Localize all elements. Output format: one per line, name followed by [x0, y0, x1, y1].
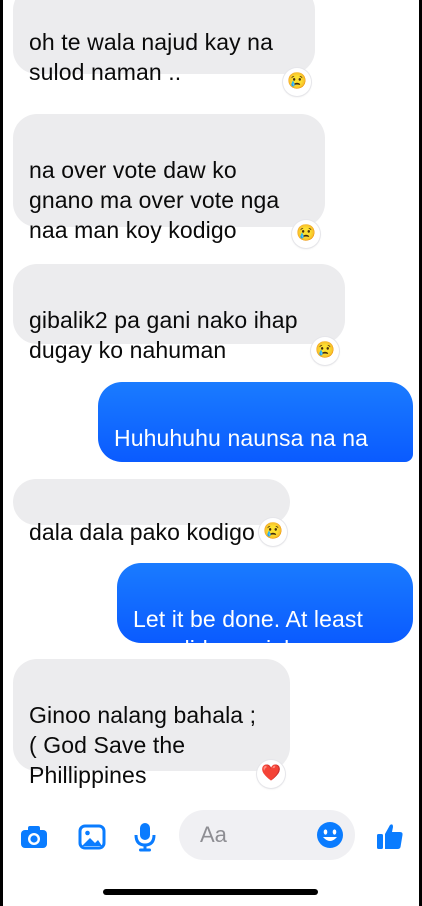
reaction-crying-icon[interactable]: 😢: [259, 518, 287, 546]
outgoing-message-bubble[interactable]: Huhuhuhu naunsa na na: [98, 382, 413, 509]
reaction-crying-icon[interactable]: 😢: [311, 337, 339, 365]
incoming-message-bubble[interactable]: dala dala pako kodigo: [13, 479, 290, 545]
outgoing-message-bubble[interactable]: Let it be done. At least you did your jo…: [117, 563, 413, 662]
frame-left-border: [0, 0, 3, 906]
message-text: Ginoo nalang bahala ; ( God Save the Phi…: [29, 702, 257, 788]
emoji-icon[interactable]: [315, 820, 345, 850]
message-text: Let it be done. At least you did your jo…: [133, 606, 364, 662]
reaction-heart-icon[interactable]: ❤️: [257, 760, 285, 788]
reaction-crying-icon[interactable]: 😢: [292, 220, 320, 248]
message-text: Huhuhuhu naunsa na na: [114, 425, 369, 451]
incoming-message-bubble[interactable]: Ginoo nalang bahala ; ( God Save the Phi…: [13, 659, 290, 788]
home-indicator[interactable]: [103, 889, 318, 895]
reaction-crying-icon[interactable]: 😢: [283, 68, 311, 96]
gallery-icon[interactable]: [77, 822, 107, 852]
microphone-icon[interactable]: [130, 822, 160, 852]
camera-icon[interactable]: [19, 822, 49, 852]
message-text: na over vote daw ko gnano ma over vote n…: [29, 157, 280, 243]
message-input[interactable]: Aa: [179, 810, 355, 860]
message-input-placeholder: Aa: [200, 822, 227, 847]
incoming-message-bubble[interactable]: na over vote daw ko gnano ma over vote n…: [13, 114, 325, 243]
thumbs-up-icon[interactable]: [375, 821, 405, 851]
incoming-message-bubble[interactable]: gibalik2 pa gani nako ihap dugay ko nahu…: [13, 264, 345, 363]
message-text: gibalik2 pa gani nako ihap dugay ko nahu…: [29, 307, 298, 363]
incoming-message-bubble[interactable]: oh te wala najud kay na sulod naman ..: [13, 0, 315, 85]
message-text: oh te wala najud kay na sulod naman ..: [29, 29, 273, 85]
message-text: dala dala pako kodigo: [29, 519, 255, 545]
